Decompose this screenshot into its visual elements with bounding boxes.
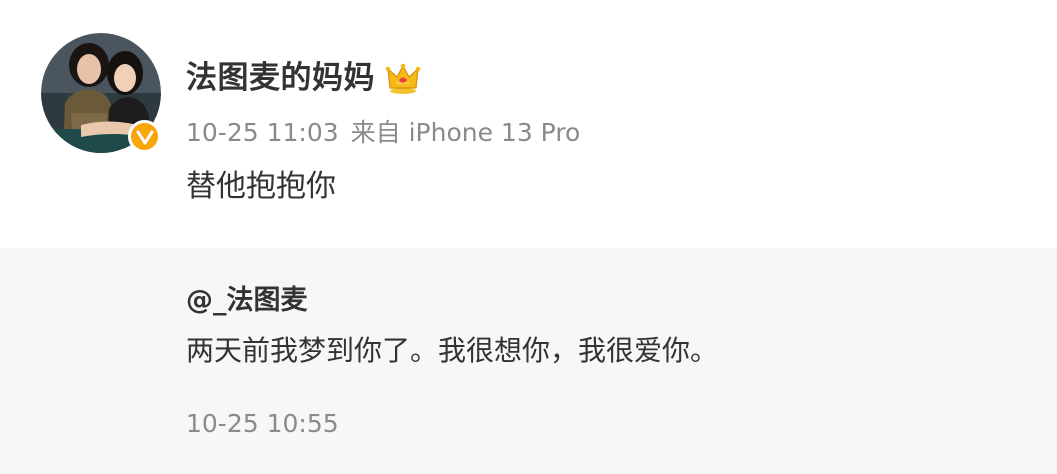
- post-source: 来自 iPhone 13 Pro: [350, 118, 581, 147]
- verified-v-mark: [136, 130, 153, 144]
- username-row: 法图麦的妈妈: [186, 56, 421, 100]
- post-meta: 10-25 11:03 来自 iPhone 13 Pro: [186, 115, 580, 151]
- post-text: 替他抱抱你: [186, 169, 336, 204]
- username[interactable]: 法图麦的妈妈: [186, 56, 375, 100]
- verified-check-icon: [128, 120, 161, 153]
- quoted-reply[interactable]: @_法图麦 两天前我梦到你了。我很想你，我很爱你。 10-25 10:55: [0, 248, 1057, 474]
- weibo-post: 法图麦的妈妈 10-25 11:03 来自 iPhone 13 Pro 替他抱抱你: [0, 0, 1057, 248]
- post-time[interactable]: 10-25 11:03: [186, 118, 339, 147]
- reply-text: 两天前我梦到你了。我很想你，我很爱你。: [186, 334, 719, 367]
- reply-time: 10-25 10:55: [186, 409, 339, 438]
- avatar-container[interactable]: [41, 33, 161, 153]
- reply-username[interactable]: @_法图麦: [186, 281, 308, 321]
- crown-icon[interactable]: [385, 60, 421, 96]
